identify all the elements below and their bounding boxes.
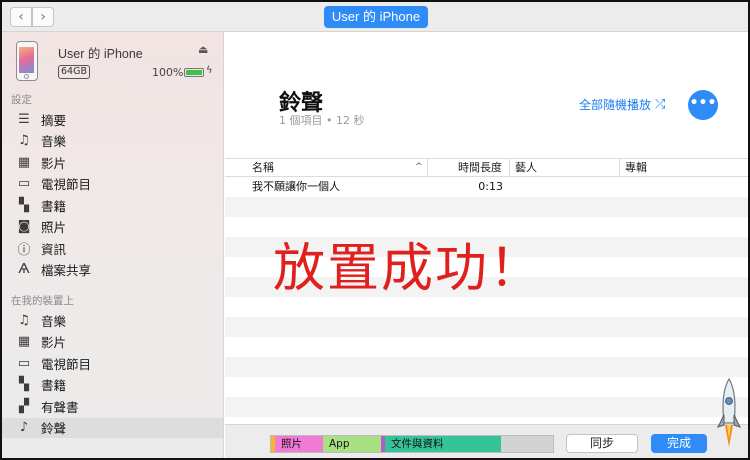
ondevice-section-label: 在我的裝置上 [11,295,74,307]
storage-bar: 照片 App 文件與資料 [270,435,554,453]
sidebar-item-label: 鈴聲 [41,421,67,436]
sidebar-item-label: 影片 [41,335,67,350]
sidebar-item-label: 音樂 [41,313,67,329]
sync-button[interactable]: 同步 [566,434,638,453]
shuffle-all-label: 全部隨機播放 [579,98,652,112]
book-icon: ▚ [19,197,29,213]
battery-percentage: 100% [152,66,184,79]
sidebar-item-settings-7[interactable]: Ѧ 檔案共享 [14,260,214,280]
storage-segment-2: 文件與資料 [385,436,501,452]
sidebar-item-ondevice-1[interactable]: ▦ 影片 [14,332,214,352]
sidebar-item-settings-0[interactable]: ☰ 摘要 [14,109,214,129]
sidebar-item-label: 音樂 [41,134,67,149]
cell-name: 我不願讓你一個人 [252,180,340,193]
success-overlay-text: 放置成功！ [273,239,544,299]
settings-section-label: 設定 [11,94,32,106]
info-icon: ⓘ [17,242,31,258]
sidebar-item-label: 書籍 [41,198,67,214]
done-button[interactable]: 完成 [651,434,707,453]
main-content: 鈴聲 1 個項目 • 12 秒 全部隨機播放 ⤮ ••• 名稱 ^ 時間長度 藝… [225,32,748,458]
shuffle-all-button[interactable]: 全部隨機播放 ⤮ [579,96,665,113]
itunes-window: ‹ › User 的 iPhone User 的 iPhone ⏏ 64GB 1… [0,0,750,460]
summary-list-icon: ☰ [18,111,30,127]
column-header-duration[interactable]: 時間長度 [427,159,509,176]
music-note-icon: ♫ [18,133,30,148]
toolbar: ‹ › User 的 iPhone [2,2,748,32]
sidebar-item-ondevice-5[interactable]: ♪ 鈴聲 [2,417,223,438]
table-row [225,397,748,417]
column-header-name[interactable]: 名稱 [247,159,427,176]
table-row [225,197,748,217]
device-button[interactable]: User 的 iPhone [324,6,428,28]
app-store-icon: Ѧ [18,262,30,277]
column-header-artist[interactable]: 藝人 [509,159,619,176]
charging-bolt-icon: ϟ [206,65,213,76]
music-note-icon: ♫ [18,312,30,328]
book-icon: ▚ [19,377,29,392]
storage-segment-1: App [323,436,381,452]
sidebar-item-label: 有聲書 [41,399,79,415]
table-header: 名稱 ^ 時間長度 藝人 專輯 [225,158,748,177]
tv-icon: ▭ [17,355,31,371]
sidebar-item-settings-1[interactable]: ♫ 音樂 [14,131,214,151]
tv-icon: ▭ [17,176,31,191]
eject-icon[interactable]: ⏏ [198,43,208,56]
device-name: User 的 iPhone [58,47,143,61]
cell-duration: 0:13 [478,180,503,193]
sidebar-item-label: 書籍 [41,378,67,393]
capacity-badge: 64GB [58,65,90,79]
bell-icon: ♪ [19,420,29,435]
shuffle-icon: ⤮ [655,97,666,112]
table-row [225,317,748,337]
sidebar-item-settings-5[interactable]: ◙ 照片 [14,217,214,237]
sidebar-item-settings-2[interactable]: ▦ 影片 [14,152,214,172]
sidebar-item-settings-3[interactable]: ▭ 電視節目 [14,174,214,194]
sidebar-item-settings-6[interactable]: ⓘ 資訊 [14,238,214,258]
storage-segment-0: 照片 [275,436,323,452]
table-row [225,337,748,357]
more-options-button[interactable]: ••• [688,90,718,120]
column-header-album[interactable]: 專輯 [619,159,748,176]
camera-icon: ◙ [17,219,31,234]
sidebar-item-label: 摘要 [41,112,67,128]
sidebar: User 的 iPhone ⏏ 64GB 100% ϟ 設定 ☰ 摘要 ♫ 音樂 ▦ 影片… [2,32,224,458]
sidebar-item-label: 電視節目 [41,177,92,192]
sidebar-item-label: 照片 [41,220,67,235]
table-row [225,357,748,377]
sidebar-item-label: 影片 [41,155,67,171]
table-row[interactable]: 我不願讓你一個人 0:13 [225,177,748,197]
audiobook-icon: ▞ [19,398,29,414]
back-button[interactable]: ‹ [10,7,32,27]
film-icon: ▦ [17,334,31,349]
table-row [225,377,748,397]
sidebar-item-ondevice-0[interactable]: ♫ 音樂 [14,310,214,330]
forward-button[interactable]: › [32,7,54,27]
sidebar-item-settings-4[interactable]: ▚ 書籍 [14,195,214,215]
sidebar-item-ondevice-4[interactable]: ▞ 有聲書 [14,396,214,416]
sidebar-item-label: 資訊 [41,241,67,257]
sidebar-item-ondevice-3[interactable]: ▚ 書籍 [14,375,214,395]
sidebar-item-label: 電視節目 [41,356,92,372]
iphone-icon [16,41,38,81]
battery-icon [184,68,204,77]
page-subtitle: 1 個項目 • 12 秒 [279,114,365,127]
sidebar-item-ondevice-2[interactable]: ▭ 電視節目 [14,353,214,373]
sort-ascending-icon: ^ [415,162,423,172]
film-icon: ▦ [17,154,31,170]
sidebar-item-label: 檔案共享 [41,263,92,278]
bottom-bar: 照片 App 文件與資料 同步 完成 [225,377,748,458]
rocket-icon [717,377,741,447]
